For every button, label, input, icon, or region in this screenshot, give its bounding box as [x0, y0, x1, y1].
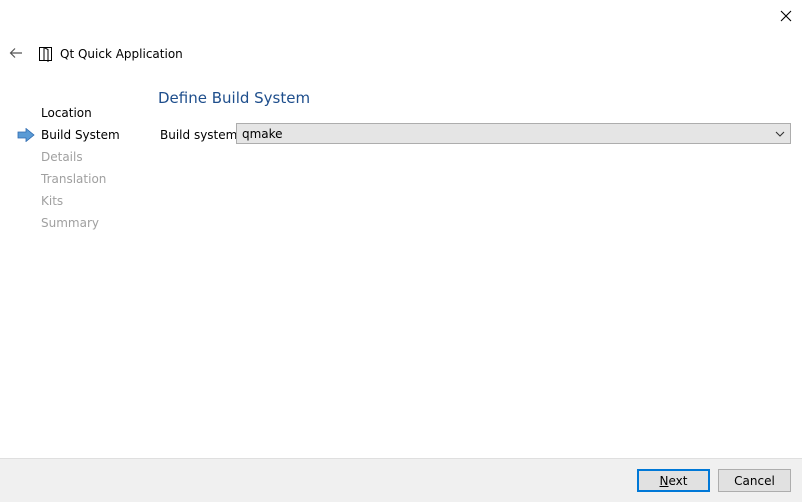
next-mnemonic: N [659, 473, 669, 488]
step-kits: Kits [0, 190, 150, 212]
wizard-footer: Next Cancel [0, 458, 802, 502]
window-title: Qt Quick Application [60, 47, 183, 61]
close-icon [780, 10, 792, 22]
step-build-system: Build System [0, 124, 150, 146]
step-label: Build System [41, 128, 120, 142]
build-system-label: Build system: [160, 128, 242, 142]
wizard-steps: Location Build System Details Translatio… [0, 102, 150, 234]
next-label-rest: ext [668, 473, 688, 488]
build-system-value: qmake [242, 127, 283, 141]
step-summary: Summary [0, 212, 150, 234]
next-button[interactable]: Next [637, 469, 710, 492]
step-details: Details [0, 146, 150, 168]
step-translation: Translation [0, 168, 150, 190]
step-label: Kits [41, 194, 64, 208]
step-label: Details [41, 150, 83, 164]
build-system-select[interactable]: qmake [236, 123, 791, 144]
wizard-page-icon [39, 47, 52, 62]
cancel-button[interactable]: Cancel [718, 469, 791, 492]
back-arrow-icon [9, 48, 22, 58]
step-label: Location [41, 106, 92, 120]
step-location: Location [0, 102, 150, 124]
step-label: Translation [41, 172, 107, 186]
back-button[interactable] [6, 44, 26, 62]
chevron-down-icon [775, 131, 785, 137]
current-step-arrow-icon [17, 128, 35, 142]
close-button[interactable] [775, 6, 797, 26]
page-heading: Define Build System [158, 89, 311, 107]
step-label: Summary [41, 216, 99, 230]
